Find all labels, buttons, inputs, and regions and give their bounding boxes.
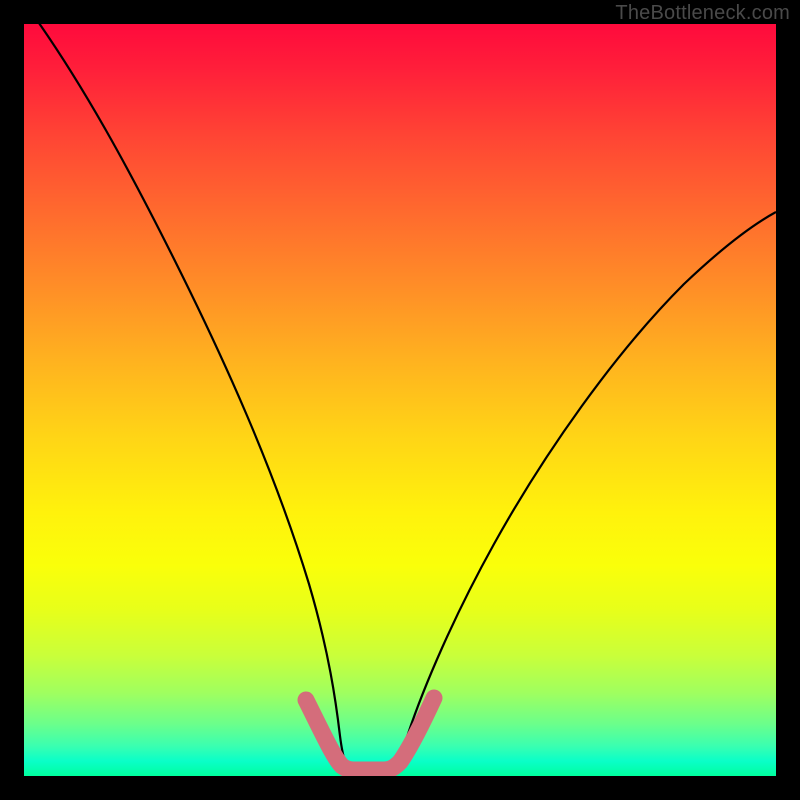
- curve-layer: [24, 24, 776, 776]
- watermark-text: TheBottleneck.com: [615, 2, 790, 25]
- chart-frame: TheBottleneck.com: [0, 0, 800, 800]
- optimal-zone-highlight: [306, 698, 434, 770]
- plot-area: [24, 24, 776, 776]
- bottleneck-curve: [24, 24, 776, 770]
- highlight-dot-right: [426, 690, 442, 706]
- highlight-dot-left: [298, 692, 314, 708]
